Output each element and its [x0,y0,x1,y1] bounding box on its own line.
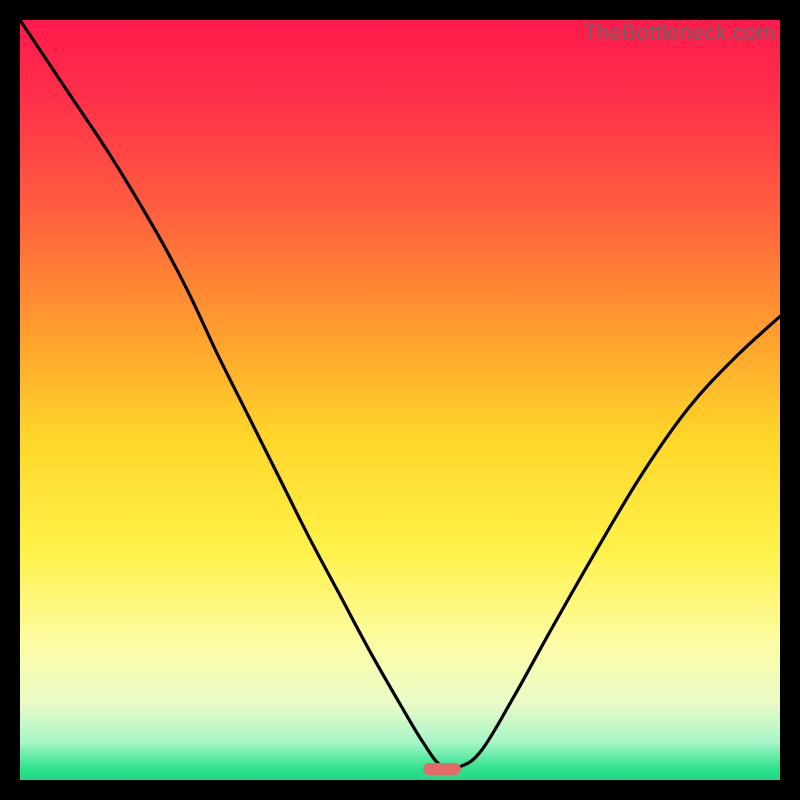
chart-svg [20,20,780,780]
chart-frame: TheBottleneck.com [0,0,800,800]
gradient-background [20,20,780,780]
plot-area: TheBottleneck.com [20,20,780,780]
optimal-marker [423,763,461,775]
watermark-label: TheBottleneck.com [583,20,775,46]
